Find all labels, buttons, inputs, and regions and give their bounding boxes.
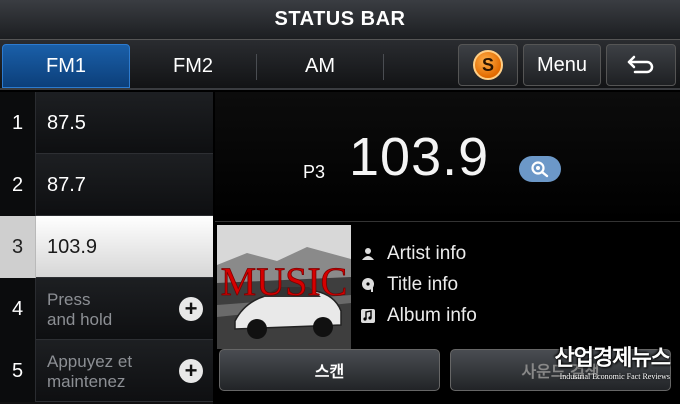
title-info: Title info — [387, 273, 459, 295]
radio-screen: STATUS BAR FM1 FM2 AM S Menu 1 87.5 2 87… — [0, 0, 680, 404]
album-art: MUSIC — [217, 225, 351, 349]
tab-fm2[interactable]: FM2 — [130, 44, 256, 88]
artist-row: Artist info — [361, 238, 477, 269]
artist-info: Artist info — [387, 242, 467, 264]
preset-number: 5 — [0, 340, 36, 402]
status-bar: STATUS BAR — [0, 0, 680, 40]
menu-button[interactable]: Menu — [523, 44, 601, 86]
preset-frequency: 87.5 — [47, 111, 86, 134]
person-icon — [361, 247, 387, 261]
preset-number: 2 — [0, 154, 36, 216]
preset-item-4[interactable]: 4 Press and hold + — [0, 278, 213, 340]
scan-button[interactable]: 스캔 — [219, 349, 440, 391]
track-info: Artist info Title info Album info — [361, 238, 477, 331]
music-note-icon — [361, 308, 387, 323]
soundhound-button[interactable]: S — [458, 44, 518, 86]
preset-number: 1 — [0, 92, 36, 154]
station-search-button[interactable] — [519, 156, 561, 182]
preset-number: 3 — [0, 216, 36, 278]
tab-divider — [383, 54, 384, 80]
title-row: Title info — [361, 269, 477, 300]
back-arrow-icon — [627, 55, 654, 74]
disc-icon — [361, 277, 387, 293]
search-icon — [531, 161, 549, 178]
status-bar-title: STATUS BAR — [274, 8, 406, 30]
album-info: Album info — [387, 304, 477, 326]
preset-item-3[interactable]: 3 103.9 — [0, 216, 213, 278]
preset-item-5[interactable]: 5 Appuyez et maintenez + — [0, 340, 213, 402]
album-art-text: MUSIC — [221, 259, 348, 304]
preset-item-2[interactable]: 2 87.7 — [0, 154, 213, 216]
current-preset-label: P3 — [303, 162, 326, 182]
preset-frequency: 103.9 — [47, 235, 98, 258]
now-playing-panel: P3 103.9 MUSIC Artist info Title info Al… — [215, 92, 680, 404]
preset-empty-hint: Appuyez et maintenez — [47, 352, 133, 391]
preset-number: 4 — [0, 278, 36, 340]
current-frequency: 103.9 — [349, 127, 490, 187]
add-preset-icon[interactable]: + — [179, 359, 203, 383]
station-display: P3 103.9 — [215, 92, 680, 222]
preset-frequency: 87.7 — [47, 173, 86, 196]
back-button[interactable] — [606, 44, 676, 86]
preset-empty-hint: Press and hold — [47, 290, 113, 329]
tab-fm1[interactable]: FM1 — [2, 44, 130, 88]
add-preset-icon[interactable]: + — [179, 297, 203, 321]
preset-item-1[interactable]: 1 87.5 — [0, 92, 213, 154]
sound-search-button[interactable]: 사운드 검색 — [450, 349, 671, 391]
soundhound-icon: S — [473, 50, 503, 80]
preset-list: 1 87.5 2 87.7 3 103.9 4 Press and hold +… — [0, 92, 213, 404]
tab-am[interactable]: AM — [257, 44, 383, 88]
album-row: Album info — [361, 300, 477, 331]
